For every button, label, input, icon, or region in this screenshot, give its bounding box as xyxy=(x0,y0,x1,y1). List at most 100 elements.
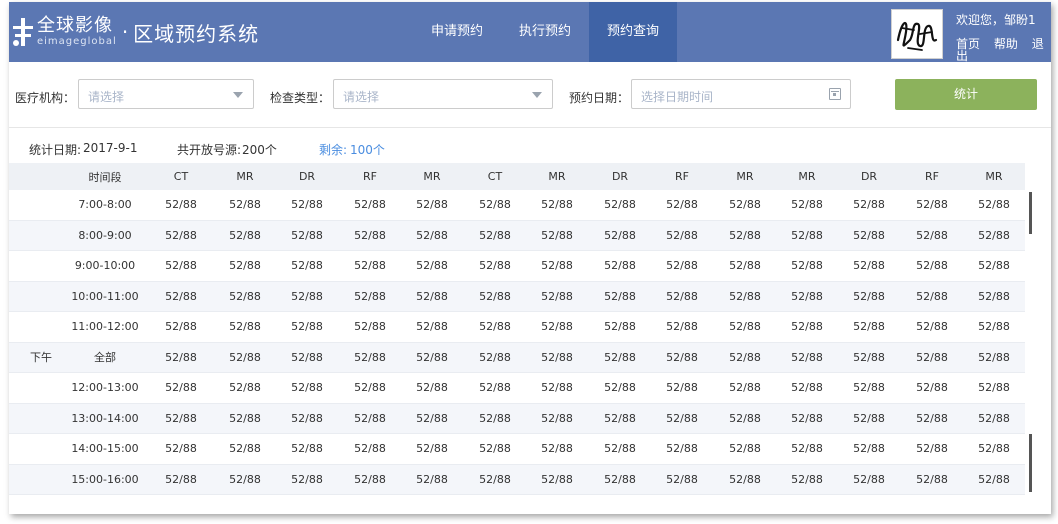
slot-count-cell: 52/88 xyxy=(229,289,261,303)
time-slot-cell: 12:00-13:00 xyxy=(71,381,139,395)
header-column: MR xyxy=(548,170,566,183)
date-placeholder: 选择日期时间 xyxy=(641,90,714,104)
date-picker-input[interactable]: 选择日期时间 xyxy=(631,79,851,109)
table-row[interactable]: 8:00-9:00 52/88 52/88 52/88 52/88 52/88 52/88 5… xyxy=(9,220,1025,251)
header-column: MR xyxy=(423,170,441,183)
slot-count-cell: 52/88 xyxy=(165,289,197,303)
slot-count-cell: 52/88 xyxy=(291,381,323,395)
filter-bar: 医疗机构： 请选择 检查类型： 请选择 预约日期： 选择日期时间 统计 xyxy=(9,62,1051,128)
slot-count-cell: 52/88 xyxy=(604,381,636,395)
summary-bar: 统计日期: 2017-9-1 共开放号源: 200个 剩余: 100个 xyxy=(9,129,1051,163)
slot-count-cell: 52/88 xyxy=(916,289,948,303)
slot-count-cell: 52/88 xyxy=(791,198,823,212)
table-row[interactable]: 12:00-13:00 52/88 52/88 52/88 52/88 52/88 52/8… xyxy=(9,373,1025,404)
slot-count-cell: 52/88 xyxy=(479,198,511,212)
header-column: RF xyxy=(675,170,689,183)
header-time-slot: 时间段 xyxy=(88,170,122,184)
slot-count-cell: 52/88 xyxy=(165,381,197,395)
slot-count-cell: 52/88 xyxy=(729,198,761,212)
slot-count-cell: 52/88 xyxy=(165,198,197,212)
slot-count-cell: 52/88 xyxy=(479,320,511,334)
slot-count-cell: 52/88 xyxy=(729,320,761,334)
exam-type-select[interactable]: 请选择 xyxy=(333,79,553,109)
slot-count-cell: 52/88 xyxy=(541,228,573,242)
slot-count-cell: 52/88 xyxy=(666,411,698,425)
slot-count-cell: 52/88 xyxy=(229,198,261,212)
header-column: MR xyxy=(985,170,1003,183)
statistics-button[interactable]: 统计 xyxy=(895,79,1037,110)
slot-count-cell: 52/88 xyxy=(541,472,573,486)
time-slot-cell: 10:00-11:00 xyxy=(71,289,139,303)
slot-count-cell: 52/88 xyxy=(416,289,448,303)
nav-execute-appointment[interactable]: 执行预约 xyxy=(501,2,589,62)
slot-count-cell: 52/88 xyxy=(165,320,197,334)
slot-count-cell: 52/88 xyxy=(978,381,1010,395)
header-column: MR xyxy=(236,170,254,183)
main-nav: 申请预约 执行预约 预约查询 xyxy=(413,2,678,62)
period-cell xyxy=(19,282,63,312)
table-header-row: 时间段 CT MR DR RF MR CT MR DR RF MR MR DR RF MR xyxy=(9,163,1025,190)
slot-count-cell: 52/88 xyxy=(729,259,761,273)
slot-count-cell: 52/88 xyxy=(978,289,1010,303)
slot-count-cell: 52/88 xyxy=(541,289,573,303)
slot-count-cell: 52/88 xyxy=(291,442,323,456)
table-row[interactable]: 14:00-15:00 52/88 52/88 52/88 52/88 52/88 52/8… xyxy=(9,434,1025,465)
dropdown-caret-icon xyxy=(532,92,542,98)
institution-select[interactable]: 请选择 xyxy=(78,79,254,109)
help-link[interactable]: 帮助 xyxy=(994,37,1018,51)
period-cell xyxy=(19,404,63,434)
table-row[interactable]: 7:00-8:00 52/88 52/88 52/88 52/88 52/88 52/88 5… xyxy=(9,190,1025,221)
slot-count-cell: 52/88 xyxy=(729,350,761,364)
slot-count-cell: 52/88 xyxy=(479,289,511,303)
brand-en: eimageglobal xyxy=(37,36,117,47)
slot-count-cell: 52/88 xyxy=(479,228,511,242)
table-row[interactable]: 10:00-11:00 52/88 52/88 52/88 52/88 52/88 52/8… xyxy=(9,281,1025,312)
slot-count-cell: 52/88 xyxy=(791,381,823,395)
header-column: DR xyxy=(611,170,629,183)
slot-count-cell: 52/88 xyxy=(165,259,197,273)
time-slot-cell: 13:00-14:00 xyxy=(71,411,139,425)
slot-count-cell: 52/88 xyxy=(479,381,511,395)
slot-count-cell: 52/88 xyxy=(791,320,823,334)
period-cell xyxy=(19,434,63,464)
slot-count-cell: 52/88 xyxy=(916,228,948,242)
period-cell xyxy=(19,190,63,220)
scrollbar-bottom[interactable] xyxy=(1029,434,1032,492)
dropdown-caret-icon xyxy=(233,92,243,98)
table-row[interactable]: 13:00-14:00 52/88 52/88 52/88 52/88 52/88 52/8… xyxy=(9,403,1025,434)
slot-count-cell: 52/88 xyxy=(229,472,261,486)
slot-count-cell: 52/88 xyxy=(978,350,1010,364)
table-row[interactable]: 11:00-12:00 52/88 52/88 52/88 52/88 52/88 52/8… xyxy=(9,312,1025,343)
table-row[interactable]: 15:00-16:00 52/88 52/88 52/88 52/88 52/88 52/8… xyxy=(9,464,1025,495)
slot-count-cell: 52/88 xyxy=(604,350,636,364)
slot-count-cell: 52/88 xyxy=(853,411,885,425)
slot-count-cell: 52/88 xyxy=(666,350,698,364)
scrollbar-top[interactable] xyxy=(1029,192,1032,234)
nav-apply-appointment[interactable]: 申请预约 xyxy=(413,2,501,62)
slot-count-cell: 52/88 xyxy=(853,259,885,273)
table-row[interactable]: 下午 全部 52/88 52/88 52/88 52/88 52/88 52/88 52/88 5… xyxy=(9,342,1025,373)
nav-appointment-query[interactable]: 预约查询 xyxy=(589,2,678,62)
slot-count-cell: 52/88 xyxy=(978,228,1010,242)
slot-count-cell: 52/88 xyxy=(791,259,823,273)
slot-count-cell: 52/88 xyxy=(791,411,823,425)
logo[interactable]: 全球影像 eimageglobal · 区域预约系统 xyxy=(13,13,259,51)
slot-count-cell: 52/88 xyxy=(666,259,698,273)
slot-count-cell: 52/88 xyxy=(416,381,448,395)
slot-count-cell: 52/88 xyxy=(604,259,636,273)
slot-count-cell: 52/88 xyxy=(541,381,573,395)
slot-count-cell: 52/88 xyxy=(666,198,698,212)
brand-cn: 全球影像 xyxy=(37,15,113,36)
logo-mark-icon xyxy=(13,18,33,46)
top-header: 全球影像 eimageglobal · 区域预约系统 申请预约 执行预约 预约查… xyxy=(9,2,1051,62)
slot-count-cell: 52/88 xyxy=(729,442,761,456)
calendar-icon[interactable] xyxy=(829,88,841,100)
slot-count-cell: 52/88 xyxy=(791,350,823,364)
stat-date-label: 统计日期: xyxy=(29,143,82,157)
slot-count-cell: 52/88 xyxy=(416,472,448,486)
slot-count-cell: 52/88 xyxy=(479,442,511,456)
table-row[interactable]: 9:00-10:00 52/88 52/88 52/88 52/88 52/88 52/88… xyxy=(9,251,1025,282)
slot-count-cell: 52/88 xyxy=(978,259,1010,273)
slot-count-cell: 52/88 xyxy=(853,320,885,334)
signature-image xyxy=(896,22,938,51)
